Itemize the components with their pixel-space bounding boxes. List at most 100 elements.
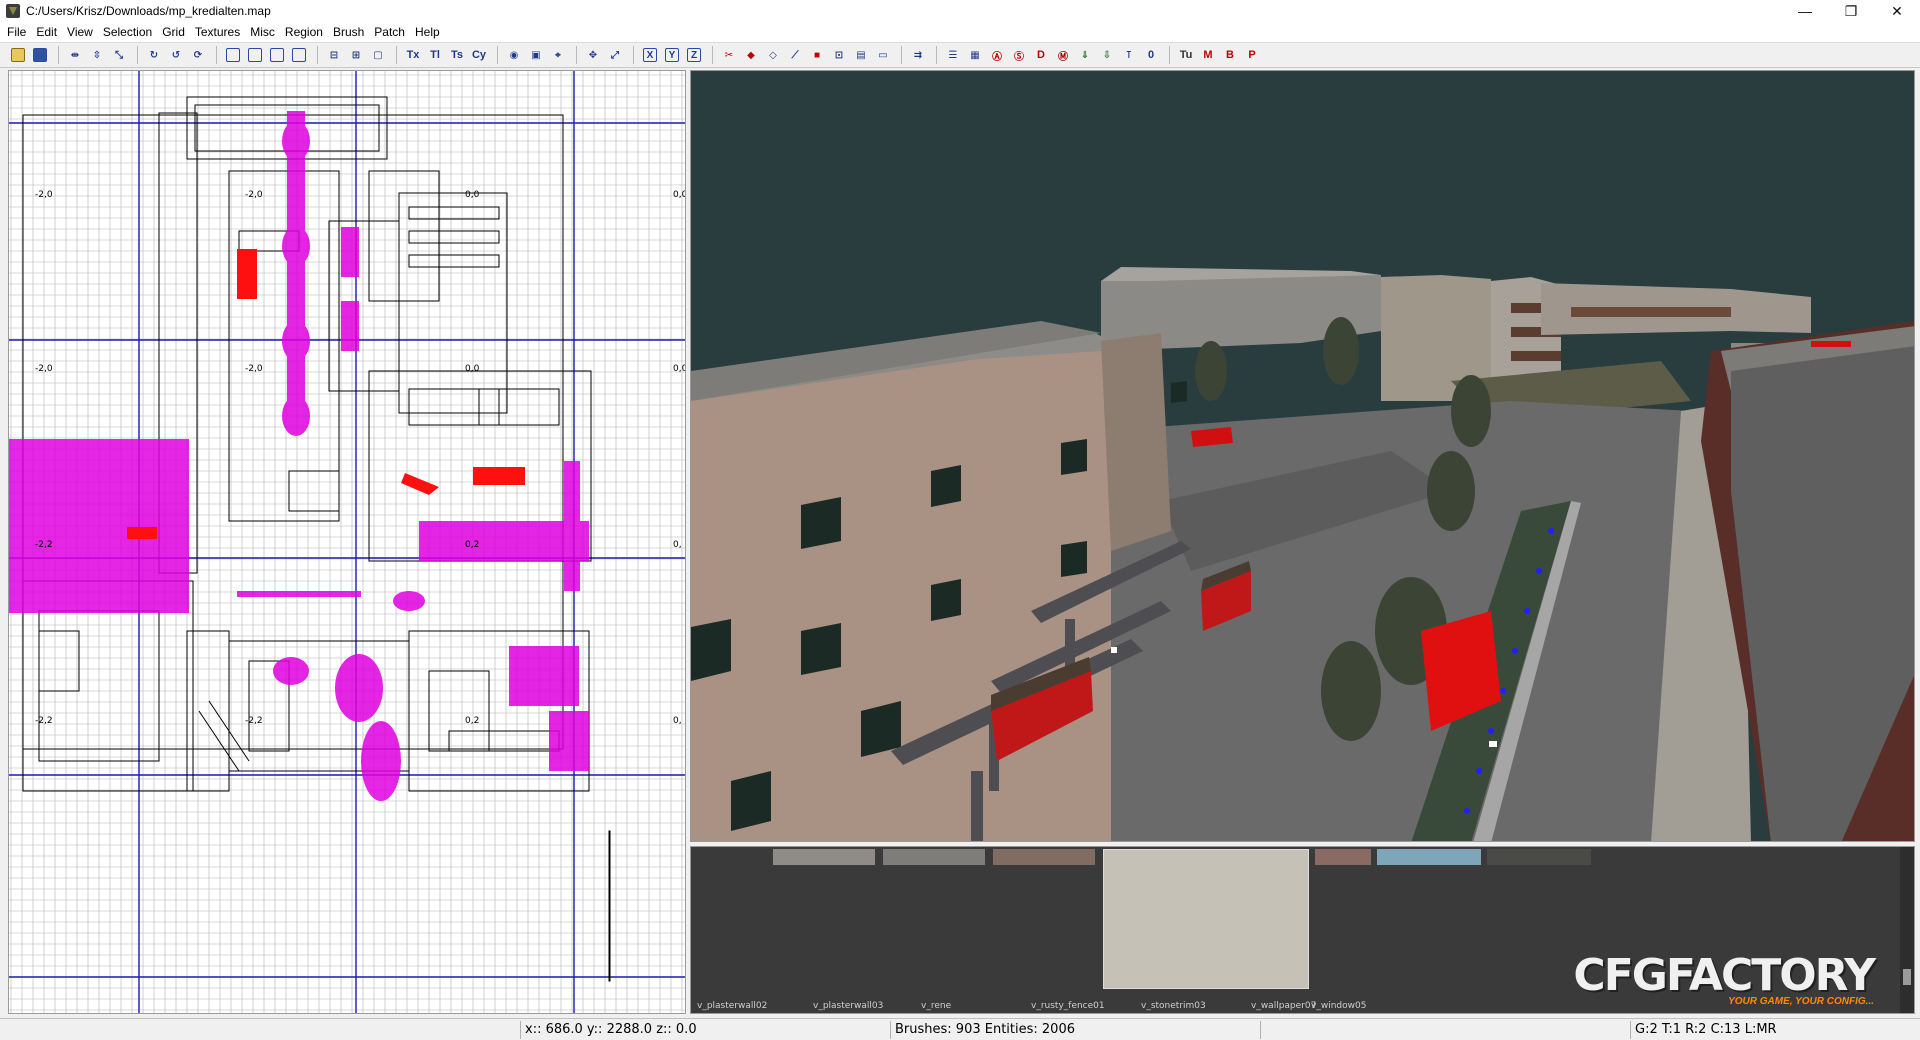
texture-tile-selected[interactable]	[1103, 849, 1309, 989]
menu-view[interactable]: View	[62, 22, 98, 42]
toolbar-separator	[317, 46, 318, 64]
menu-help[interactable]: Help	[410, 22, 445, 42]
patch-list-icon[interactable]: ☰	[943, 45, 963, 65]
scale-icon[interactable]: ⤢	[605, 45, 625, 65]
select-partial-tall-icon[interactable]	[267, 45, 287, 65]
menu-edit[interactable]: Edit	[31, 22, 62, 42]
axis-z-button[interactable]: Z	[684, 45, 704, 65]
entity-cluster	[273, 657, 309, 685]
texture-scrollbar[interactable]	[1900, 847, 1914, 1013]
change-views-icon[interactable]: ◉	[504, 45, 524, 65]
menu-file[interactable]: File	[2, 22, 31, 42]
window	[931, 579, 961, 621]
scrollbar-thumb[interactable]	[1903, 969, 1911, 985]
open-icon[interactable]	[8, 45, 28, 65]
xy-orthographic-view[interactable]: -2,0 -2,0 0,0 0,0 -2,0 -2,0 0,0 0,0 -2,2…	[8, 70, 686, 1014]
marker	[1476, 768, 1482, 774]
entity-cluster	[341, 301, 359, 351]
select-complete-tall-icon[interactable]	[223, 45, 243, 65]
select-touching-icon[interactable]	[245, 45, 265, 65]
red-entity	[237, 249, 257, 299]
texture-lock-icon[interactable]: Tl	[425, 45, 445, 65]
texture-tile[interactable]	[1487, 849, 1591, 865]
menu-textures[interactable]: Textures	[190, 22, 245, 42]
cycle-layer-icon[interactable]: Cy	[469, 45, 489, 65]
csg-subtract-icon[interactable]: ⊟	[324, 45, 344, 65]
lock-icon[interactable]: ⊡	[829, 45, 849, 65]
filter-d-icon[interactable]: D	[1031, 45, 1051, 65]
filter-m-icon[interactable]: Ⓜ	[1053, 45, 1073, 65]
down-green2-icon[interactable]: ⇩	[1097, 45, 1117, 65]
xy-view-canvas[interactable]: -2,0 -2,0 0,0 0,0 -2,0 -2,0 0,0 0,0 -2,2…	[9, 71, 686, 1014]
toolbar-m-button[interactable]: M	[1198, 45, 1218, 65]
clipper-icon[interactable]: ✂	[719, 45, 739, 65]
select-inside-icon[interactable]	[289, 45, 309, 65]
close-button[interactable]: ✕	[1874, 0, 1920, 22]
patch-bend-icon[interactable]: ⊺	[1119, 45, 1139, 65]
texture-fit-icon[interactable]: Tx	[403, 45, 423, 65]
restore-button[interactable]: ❐	[1828, 0, 1874, 22]
zero-icon[interactable]: 0	[1141, 45, 1161, 65]
menu-selection[interactable]: Selection	[98, 22, 157, 42]
filter-a-icon[interactable]: Ⓐ	[987, 45, 1007, 65]
menu-grid[interactable]: Grid	[157, 22, 190, 42]
line-icon[interactable]: ⟋	[785, 45, 805, 65]
texture-tile[interactable]	[1377, 849, 1481, 865]
menu-brush[interactable]: Brush	[328, 22, 369, 42]
camera-mode-icon[interactable]: ⌖	[548, 45, 568, 65]
minimize-button[interactable]: —	[1782, 0, 1828, 22]
save-icon[interactable]	[30, 45, 50, 65]
coord-label: -2,0	[35, 190, 53, 200]
menu-bar: File Edit View Selection Grid Textures M…	[0, 22, 1920, 42]
texture-tile[interactable]	[1315, 849, 1371, 865]
texture-tile[interactable]	[993, 849, 1095, 865]
toolbar-p-button[interactable]: P	[1242, 45, 1262, 65]
flip-z-icon[interactable]: ⤡	[109, 45, 129, 65]
window-title: C:/Users/Krisz/Downloads/mp_kredialten.m…	[26, 4, 271, 18]
axis-y-button[interactable]: Y	[662, 45, 682, 65]
tree	[1451, 375, 1491, 447]
grid-icon[interactable]: ▦	[965, 45, 985, 65]
entity-cluster	[509, 646, 579, 706]
move-icon[interactable]: ✥	[583, 45, 603, 65]
coord-label: 0,	[673, 716, 682, 726]
texture-tile[interactable]	[883, 849, 985, 865]
camera-3d-view[interactable]	[690, 70, 1915, 842]
rotate-x-icon[interactable]: ↻	[144, 45, 164, 65]
building-stripe	[1571, 307, 1731, 317]
vertex-edit-icon[interactable]: ◆	[741, 45, 761, 65]
hollow-icon[interactable]: ▢	[368, 45, 388, 65]
edge-edit-icon[interactable]: ◇	[763, 45, 783, 65]
menu-patch[interactable]: Patch	[369, 22, 410, 42]
texture-label: v_stonetrim03	[1141, 1001, 1206, 1011]
monitor-icon[interactable]: ▭	[873, 45, 893, 65]
csg-merge-icon[interactable]: ⊞	[346, 45, 366, 65]
entity-cluster	[335, 654, 383, 722]
entity-icon[interactable]: ⇉	[908, 45, 928, 65]
flip-y-icon[interactable]: ⇳	[87, 45, 107, 65]
camera-icon[interactable]: ▤	[851, 45, 871, 65]
window	[1061, 541, 1087, 577]
filter-s-icon[interactable]: Ⓢ	[1009, 45, 1029, 65]
coord-label: 0,	[673, 540, 682, 550]
texture-tile[interactable]	[773, 849, 875, 865]
toolbar-separator	[901, 46, 902, 64]
texture-view-icon[interactable]: ▣	[526, 45, 546, 65]
map-brush	[408, 254, 500, 268]
marker	[1548, 528, 1554, 534]
rotate-y-icon[interactable]: ↺	[166, 45, 186, 65]
menu-region[interactable]: Region	[280, 22, 328, 42]
rotate-z-icon[interactable]: ⟳	[188, 45, 208, 65]
red-brush-icon[interactable]: ■	[807, 45, 827, 65]
toolbar-tex-t-button[interactable]: Tu	[1176, 45, 1196, 65]
flip-x-icon[interactable]: ⇹	[65, 45, 85, 65]
axis-x-button[interactable]: X	[640, 45, 660, 65]
shelter-post	[971, 771, 983, 841]
down-green-icon[interactable]: ⇓	[1075, 45, 1095, 65]
texture-browser[interactable]: v_plasterwall02 v_plasterwall03 v_rene v…	[690, 846, 1915, 1014]
menu-misc[interactable]: Misc	[245, 22, 280, 42]
toolbar-b-button[interactable]: B	[1220, 45, 1240, 65]
texture-shift-icon[interactable]: Ts	[447, 45, 467, 65]
toolbar-separator	[58, 46, 59, 64]
map-brush	[428, 670, 490, 752]
